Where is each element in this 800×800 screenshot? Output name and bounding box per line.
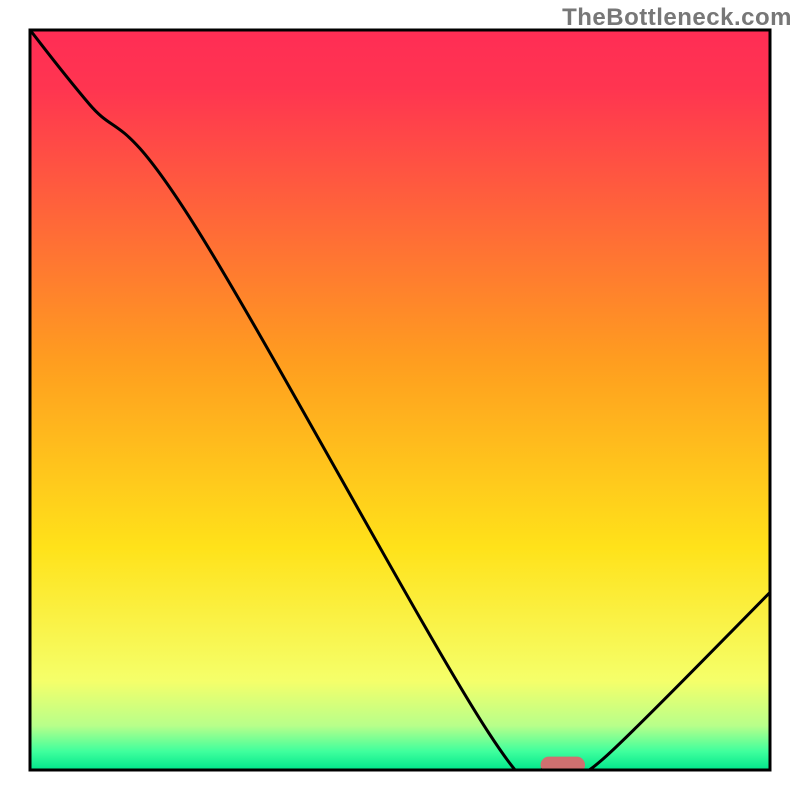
bottleneck-chart bbox=[0, 0, 800, 800]
gradient-background bbox=[30, 30, 770, 770]
chart-container: TheBottleneck.com bbox=[0, 0, 800, 800]
watermark-text: TheBottleneck.com bbox=[562, 4, 792, 32]
